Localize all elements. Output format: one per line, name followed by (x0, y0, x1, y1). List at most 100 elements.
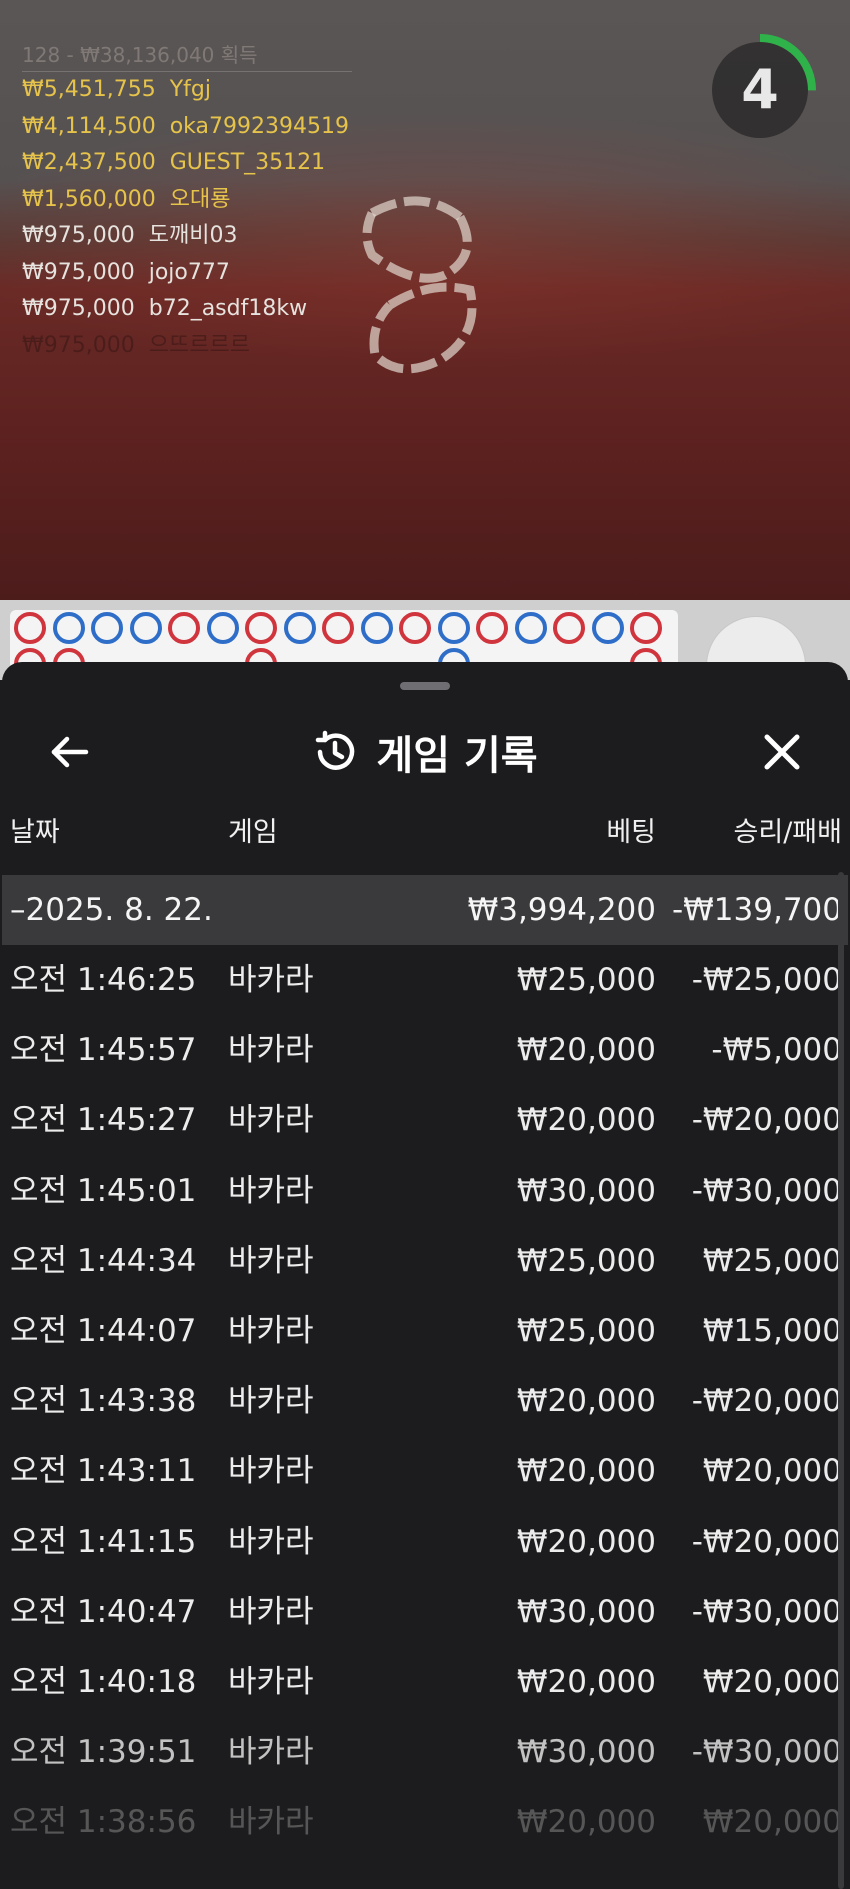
winner-row: ₩975,000 으뜨르르르 (22, 328, 352, 365)
player-bead (129, 612, 162, 644)
history-winloss: -₩5,000 (711, 1032, 842, 1069)
history-column-headers: 날짜 게임 베팅 승리/패배 (2, 810, 848, 860)
winners-total: 128 - ₩38,136,040 획득 (22, 38, 352, 72)
banker-bead (14, 612, 46, 644)
history-game: 바카라 (228, 1102, 314, 1139)
history-bet: ₩30,000 (516, 1172, 656, 1209)
history-time: 오전 1:46:25 (10, 962, 197, 998)
history-bet: ₩20,000 (516, 1032, 656, 1069)
banker-bead (322, 612, 354, 644)
winner-name: 오대룡 (169, 186, 231, 212)
date-group-row[interactable]: –2025. 8. 22. ₩3,994,200 -₩139,700 (2, 875, 848, 945)
winner-name: 도깨비03 (148, 223, 238, 248)
winner-row: ₩1,560,000 오대룡 (22, 182, 352, 219)
history-row[interactable]: 오전 1:45:01 바카라 ₩30,000 -₩30,000 (2, 1156, 848, 1226)
date-group-date: –2025. 8. 22. (10, 892, 213, 928)
winner-amount: ₩975,000 (22, 296, 135, 321)
player-bead (360, 612, 393, 644)
history-row[interactable]: 오전 1:43:38 바카라 ₩20,000 -₩20,000 (2, 1366, 848, 1436)
history-winloss: -₩20,000 (691, 1523, 842, 1560)
banker-bead (245, 612, 277, 644)
history-bet: ₩25,000 (516, 1242, 656, 1279)
history-winloss: -₩30,000 (691, 1172, 842, 1209)
back-button[interactable] (40, 722, 100, 782)
game-view: 128 - ₩38,136,040 획득 ₩5,451,755 Yfgj ₩4,11… (0, 0, 850, 600)
history-winloss: ₩15,000 (702, 1312, 842, 1349)
history-time: 오전 1:43:38 (10, 1383, 197, 1420)
player-bead (283, 612, 316, 644)
history-rows: 오전 1:46:25 바카라 ₩25,000 -₩25,000 오전 1:45:57 바카… (2, 945, 848, 1857)
history-time: 오전 1:45:57 (10, 1032, 197, 1069)
close-button[interactable] (752, 722, 812, 782)
history-winloss: -₩25,000 (691, 962, 842, 998)
history-winloss: -₩20,000 (691, 1102, 842, 1139)
history-row[interactable]: 오전 1:43:11 바카라 ₩20,000 ₩20,000 (2, 1436, 848, 1506)
history-row[interactable]: 오전 1:46:25 바카라 ₩25,000 -₩25,000 (2, 945, 848, 1015)
history-game: 바카라 (228, 1172, 314, 1209)
history-row[interactable]: 오전 1:44:07 바카라 ₩25,000 ₩15,000 (2, 1296, 848, 1366)
history-bet: ₩25,000 (516, 1312, 656, 1349)
history-winloss: ₩20,000 (702, 1663, 842, 1700)
history-bet: ₩30,000 (516, 1734, 656, 1771)
history-row[interactable]: 오전 1:40:18 바카라 ₩20,000 ₩20,000 (2, 1647, 848, 1717)
banker-bead (553, 612, 585, 644)
history-time: 오전 1:39:51 (10, 1734, 197, 1771)
history-game: 바카라 (228, 1804, 314, 1841)
countdown-timer: 4 (700, 30, 820, 150)
history-bet: ₩20,000 (516, 1102, 656, 1139)
winner-row: ₩975,000 jojo777 (22, 255, 352, 292)
column-bet: 베팅 (606, 817, 656, 848)
history-scrollbar[interactable] (838, 872, 844, 1889)
sheet-drag-handle[interactable] (400, 682, 450, 690)
winner-amount: ₩975,000 (22, 223, 135, 248)
arrow-left-icon (51, 736, 89, 768)
winner-name: 으뜨르르르 (148, 332, 250, 358)
history-time: 오전 1:40:18 (10, 1663, 197, 1700)
history-winloss: -₩30,000 (691, 1593, 842, 1630)
banker-bead (630, 612, 662, 644)
winner-name: Yfgj (169, 77, 211, 102)
history-row[interactable]: 오전 1:39:51 바카라 ₩30,000 -₩30,000 (2, 1717, 848, 1787)
history-bet: ₩25,000 (516, 962, 656, 998)
history-winloss: ₩20,000 (702, 1804, 842, 1841)
history-row[interactable]: 오전 1:40:47 바카라 ₩30,000 -₩30,000 (2, 1577, 848, 1647)
sheet-title-group: 게임 기록 (2, 712, 848, 792)
winner-row: ₩5,451,755 Yfgj (22, 72, 352, 109)
history-game: 바카라 (228, 1383, 314, 1420)
winners-list: 128 - ₩38,136,040 획득 ₩5,451,755 Yfgj ₩4,11… (22, 38, 352, 364)
history-time: 오전 1:38:56 (10, 1804, 197, 1841)
history-row[interactable]: 오전 1:38:56 바카라 ₩20,000 ₩20,000 (2, 1787, 848, 1857)
history-game: 바카라 (228, 1523, 314, 1560)
history-bet: ₩20,000 (516, 1804, 656, 1841)
column-winloss: 승리/패배 (733, 817, 842, 848)
history-time: 오전 1:43:11 (10, 1453, 197, 1490)
sheet-header: 게임 기록 (2, 712, 848, 792)
history-bet: ₩20,000 (516, 1453, 656, 1490)
winner-name: oka7992394519 (169, 113, 349, 139)
winner-name: b72_asdf18kw (148, 296, 308, 321)
history-time: 오전 1:45:01 (10, 1172, 197, 1209)
history-row[interactable]: 오전 1:45:27 바카라 ₩20,000 -₩20,000 (2, 1085, 848, 1155)
history-row[interactable]: 오전 1:41:15 바카라 ₩20,000 -₩20,000 (2, 1507, 848, 1577)
banker-bead (168, 612, 200, 644)
history-row[interactable]: 오전 1:44:34 바카라 ₩25,000 ₩25,000 (2, 1226, 848, 1296)
history-row[interactable]: 오전 1:45:57 바카라 ₩20,000 -₩5,000 (2, 1015, 848, 1085)
countdown-value: 4 (741, 58, 779, 121)
history-winloss: -₩30,000 (691, 1734, 842, 1771)
winner-amount: ₩1,560,000 (22, 186, 156, 212)
column-date: 날짜 (10, 817, 60, 848)
history-bet: ₩30,000 (516, 1593, 656, 1630)
history-game: 바카라 (228, 962, 314, 998)
history-time: 오전 1:45:27 (10, 1102, 197, 1139)
sheet-title: 게임 기록 (376, 733, 538, 779)
winner-row: ₩975,000 도깨비03 (22, 218, 352, 255)
history-time: 오전 1:44:34 (10, 1242, 197, 1279)
player-bead (91, 612, 123, 644)
history-bet: ₩20,000 (516, 1663, 656, 1700)
player-bead (591, 612, 624, 644)
winner-row: ₩4,114,500 oka7992394519 (22, 109, 352, 146)
history-time: 오전 1:44:07 (10, 1312, 197, 1349)
winner-name: jojo777 (148, 259, 230, 285)
history-game: 바카라 (228, 1663, 314, 1700)
history-game: 바카라 (228, 1593, 314, 1630)
